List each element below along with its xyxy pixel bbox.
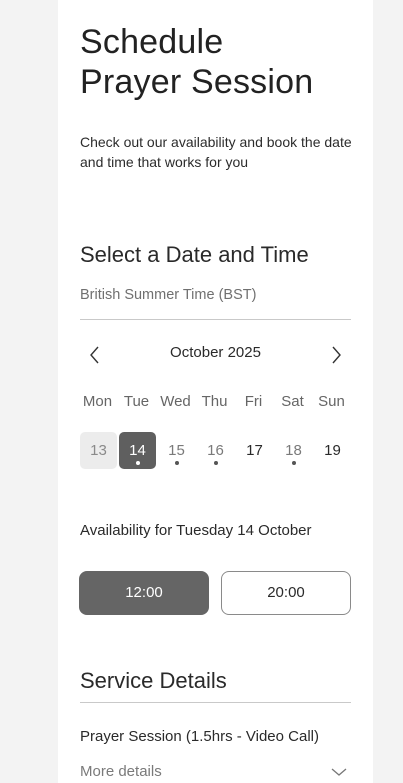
- calendar-day-number: 19: [324, 442, 341, 459]
- weekday-header: Mon Tue Wed Thu Fri Sat Sun: [80, 393, 351, 413]
- service-details-heading: Service Details: [80, 668, 227, 693]
- time-slot-button[interactable]: 12:00: [79, 571, 209, 615]
- weekday-label: Mon: [82, 393, 113, 410]
- calendar-day[interactable]: 16: [197, 432, 234, 469]
- service-name: Prayer Session (1.5hrs - Video Call): [80, 728, 319, 745]
- page-title: Schedule Prayer Session: [80, 22, 360, 102]
- more-details-chevron[interactable]: [330, 765, 348, 783]
- availability-dot: [174, 461, 179, 465]
- page-title-line-2: Prayer Session: [80, 63, 314, 101]
- next-month-button[interactable]: [321, 340, 351, 370]
- availability-dot: [213, 461, 218, 465]
- more-details-toggle[interactable]: More details: [80, 763, 162, 780]
- calendar-day-number: 14: [129, 442, 146, 459]
- calendar-day[interactable]: 17: [236, 432, 273, 469]
- month-label: October 2025: [170, 344, 261, 361]
- weekday-label: Sun: [318, 393, 345, 410]
- weekday-label: Sat: [281, 393, 304, 410]
- date-time-heading: Select a Date and Time: [80, 242, 309, 267]
- availability-label: Availability for Tuesday 14 October: [80, 522, 312, 539]
- availability-dot: [135, 461, 140, 465]
- calendar-day-number: 16: [207, 442, 224, 459]
- calendar-day[interactable]: 19: [314, 432, 351, 469]
- time-slot-button[interactable]: 20:00: [221, 571, 351, 615]
- weekday-label: Wed: [160, 393, 191, 410]
- calendar-day[interactable]: 14: [119, 432, 156, 469]
- availability-dot: [291, 461, 296, 465]
- divider: [80, 702, 351, 703]
- calendar-day: 13: [80, 432, 117, 469]
- calendar-day[interactable]: 18: [275, 432, 312, 469]
- calendar-day-number: 17: [246, 442, 263, 459]
- weekday-label: Thu: [201, 393, 228, 410]
- chevron-right-icon: [332, 346, 341, 364]
- booking-panel: Schedule Prayer Session Check out our av…: [58, 0, 373, 783]
- chevron-down-icon: [331, 768, 347, 776]
- divider: [80, 319, 351, 320]
- calendar-day-number: 15: [168, 442, 185, 459]
- timezone-label: British Summer Time (BST): [80, 287, 257, 303]
- page-subtitle: Check out our availability and book the …: [80, 134, 352, 170]
- calendar-day[interactable]: 15: [158, 432, 195, 469]
- calendar-day-number: 18: [285, 442, 302, 459]
- month-navigator: October 2025: [80, 340, 351, 370]
- weekday-label: Tue: [123, 393, 150, 410]
- calendar-week-row: 13 14 15 16 17 18 19: [80, 432, 351, 472]
- page-title-line-1: Schedule: [80, 23, 224, 61]
- calendar-day-number: 13: [90, 442, 107, 459]
- weekday-label: Fri: [244, 393, 263, 410]
